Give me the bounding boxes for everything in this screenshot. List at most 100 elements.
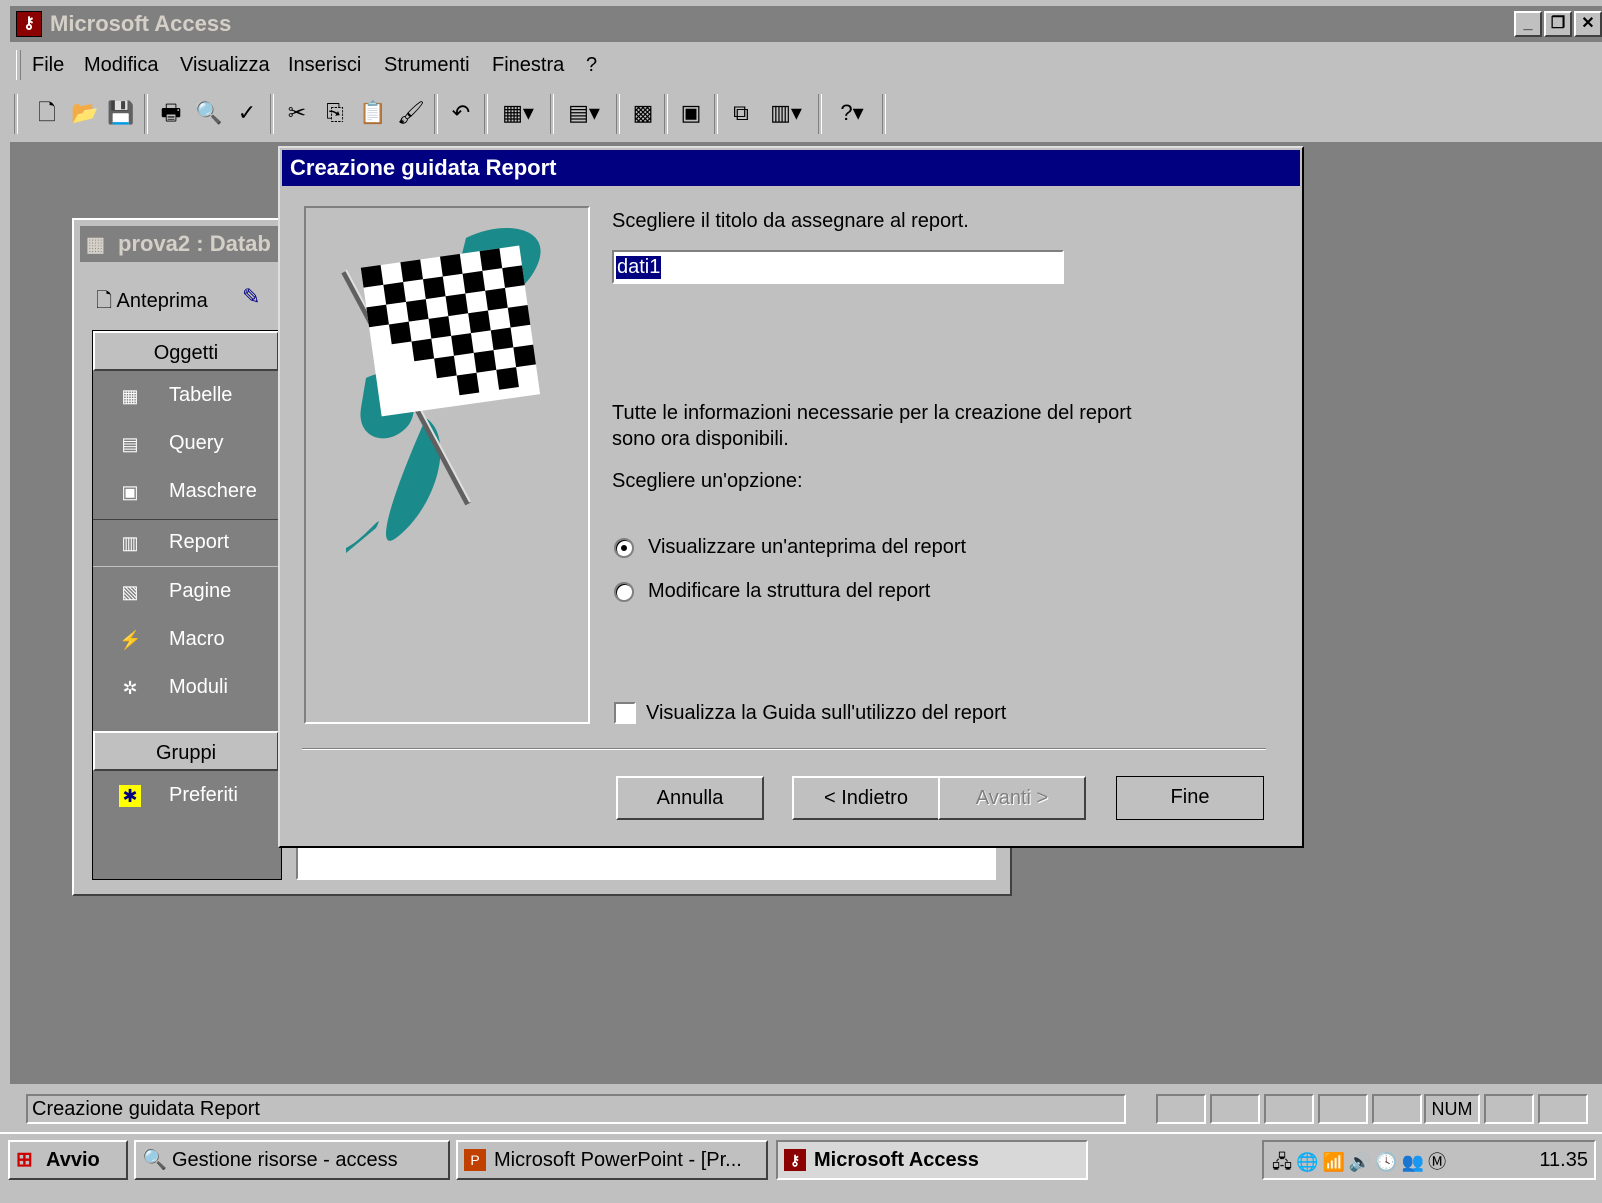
status-pane-6 [1484, 1094, 1534, 1124]
status-pane-1 [1156, 1094, 1206, 1124]
menu-visualizza[interactable]: Visualizza [180, 54, 270, 77]
relationships-icon[interactable]: ⧉ [726, 98, 756, 128]
system-tray: 🖧🌐📶🔊🕓👥Ⓜ 11.35 [1262, 1140, 1596, 1180]
object-item-pagine[interactable]: ▧ Pagine [93, 569, 279, 615]
status-pane-5 [1372, 1094, 1422, 1124]
report-icon: ▥ [121, 533, 139, 553]
new-object-icon[interactable]: ▥▾ [764, 98, 808, 128]
app-title: Microsoft Access [50, 11, 232, 36]
paste-icon[interactable]: 📋 [358, 98, 388, 128]
report-wizard-dialog: Creazione guidata Report Scegliere il ti… [278, 146, 1304, 848]
task-powerpoint[interactable]: P Microsoft PowerPoint - [Pr... [456, 1140, 768, 1180]
object-item-maschere[interactable]: ▣ Maschere [93, 469, 279, 515]
cancel-button[interactable]: Annulla [616, 776, 764, 820]
tray-icons[interactable]: 🖧🌐📶🔊🕓👥Ⓜ [1272, 1148, 1450, 1180]
object-item-query[interactable]: ▤ Query [93, 421, 279, 467]
status-bar: Creazione guidata Report NUM [10, 1086, 1602, 1132]
spelling-icon[interactable]: ✓ [232, 98, 262, 128]
status-num: NUM [1424, 1094, 1480, 1124]
close-button[interactable]: ✕ [1574, 11, 1602, 37]
app-titlebar: ⚷ Microsoft Access _ ❐ ✕ [10, 6, 1602, 42]
powerpoint-icon: P [464, 1149, 486, 1171]
print-preview-icon[interactable]: 🔍 [194, 98, 224, 128]
back-button[interactable]: < Indietro [792, 776, 940, 820]
toolbar: 🗋 📂 💾 🖶 🔍 ✓ ✂ ⎘ 📋 🖌 ↶ ▦▾ ▤▾ ▩ ▣ ⧉ ▥▾ ?▾ [10, 88, 1602, 140]
database-title: prova2 : Datab [118, 231, 271, 256]
table-icon: ▦ [121, 386, 139, 406]
properties-icon[interactable]: ▣ [676, 98, 706, 128]
clock: 11.35 [1539, 1149, 1588, 1171]
undo-icon[interactable]: ↶ [446, 98, 476, 128]
office-links-icon[interactable]: ▦▾ [496, 98, 540, 128]
object-item-macro[interactable]: ⚡ Macro [93, 617, 279, 663]
database-icon: ▦ [86, 234, 105, 256]
objects-panel: Oggetti ▦ Tabelle ▤ Query ▣ Maschere ▥ R… [92, 330, 282, 880]
menu-modifica[interactable]: Modifica [84, 54, 158, 77]
form-icon: ▣ [121, 482, 139, 502]
report-title-value: dati1 [616, 256, 662, 279]
status-pane-4 [1318, 1094, 1368, 1124]
title-prompt: Scegliere il titolo da assegnare al repo… [612, 210, 969, 232]
windows-logo-icon: ⊞ [16, 1149, 33, 1171]
report-title-input[interactable]: dati1 [612, 250, 1064, 284]
copy-icon[interactable]: ⎘ [320, 98, 350, 128]
menu-bar: File Modifica Visualizza Inserisci Strum… [10, 46, 1602, 86]
analyze-icon[interactable]: ▤▾ [562, 98, 606, 128]
next-button[interactable]: Avanti > [938, 776, 1086, 820]
status-pane-7 [1538, 1094, 1588, 1124]
maximize-button[interactable]: ❐ [1544, 11, 1572, 37]
status-text: Creazione guidata Report [26, 1094, 1126, 1124]
choose-option-label: Scegliere un'opzione: [612, 470, 803, 492]
print-icon[interactable]: 🖶 [156, 98, 186, 128]
dialog-titlebar: Creazione guidata Report [282, 150, 1300, 186]
taskbar: ⊞ Avvio 🔍 Gestione risorse - access P Mi… [0, 1132, 1602, 1203]
design-icon[interactable]: ✎ [242, 284, 260, 310]
object-item-tabelle[interactable]: ▦ Tabelle [93, 373, 279, 419]
help-icon[interactable]: ?▾ [830, 98, 874, 128]
wizard-picture [304, 206, 590, 724]
favorites-folder-icon: ✱ [119, 785, 141, 807]
menu-file[interactable]: File [32, 54, 64, 77]
menu-finestra[interactable]: Finestra [492, 54, 564, 77]
help-checkbox[interactable] [614, 702, 636, 724]
objects-header-button[interactable]: Oggetti [93, 331, 279, 371]
help-checkbox-label[interactable]: Visualizza la Guida sull'utilizzo del re… [646, 702, 1006, 725]
new-icon[interactable]: 🗋 [32, 98, 62, 128]
cut-icon[interactable]: ✂ [282, 98, 312, 128]
menu-strumenti[interactable]: Strumenti [384, 54, 470, 77]
access-icon: ⚷ [784, 1149, 806, 1171]
start-button[interactable]: ⊞ Avvio [8, 1140, 128, 1180]
radio-modify[interactable] [614, 582, 634, 602]
radio-preview[interactable] [614, 538, 634, 558]
preview-button[interactable]: 🗋 Anteprima [96, 286, 208, 320]
macro-icon: ⚡ [119, 630, 142, 650]
save-icon[interactable]: 💾 [106, 98, 136, 128]
menu-help[interactable]: ? [586, 54, 597, 77]
module-icon: ✲ [122, 678, 138, 698]
query-icon: ▤ [121, 434, 139, 454]
preview-icon: 🗋 [96, 290, 113, 312]
task-explorer[interactable]: 🔍 Gestione risorse - access [134, 1140, 450, 1180]
task-access-active[interactable]: ⚷ Microsoft Access [776, 1140, 1088, 1180]
info-text-line2: sono ora disponibili. [612, 428, 789, 450]
object-list-pane[interactable] [296, 846, 996, 880]
dialog-divider [302, 748, 1266, 750]
page-icon: ▧ [121, 582, 139, 602]
option-preview-label[interactable]: Visualizzare un'anteprima del report [648, 536, 966, 559]
status-pane-2 [1210, 1094, 1260, 1124]
option-modify-label[interactable]: Modificare la struttura del report [648, 580, 930, 603]
info-text-line1: Tutte le informazioni necessarie per la … [612, 402, 1132, 424]
minimize-button[interactable]: _ [1514, 11, 1542, 37]
code-icon[interactable]: ▩ [628, 98, 658, 128]
open-icon[interactable]: 📂 [70, 98, 100, 128]
finish-button[interactable]: Fine [1116, 776, 1264, 820]
groups-header-button[interactable]: Gruppi [93, 731, 279, 771]
access-app-icon[interactable]: ⚷ [16, 11, 42, 37]
group-item-preferiti[interactable]: ✱ Preferiti [93, 773, 279, 819]
object-item-moduli[interactable]: ✲ Moduli [93, 665, 279, 711]
object-item-report[interactable]: ▥ Report [93, 519, 279, 567]
menu-inserisci[interactable]: Inserisci [288, 54, 361, 77]
dialog-title: Creazione guidata Report [290, 155, 557, 180]
format-painter-icon[interactable]: 🖌 [396, 98, 426, 128]
checkered-flag-icon [341, 228, 541, 553]
